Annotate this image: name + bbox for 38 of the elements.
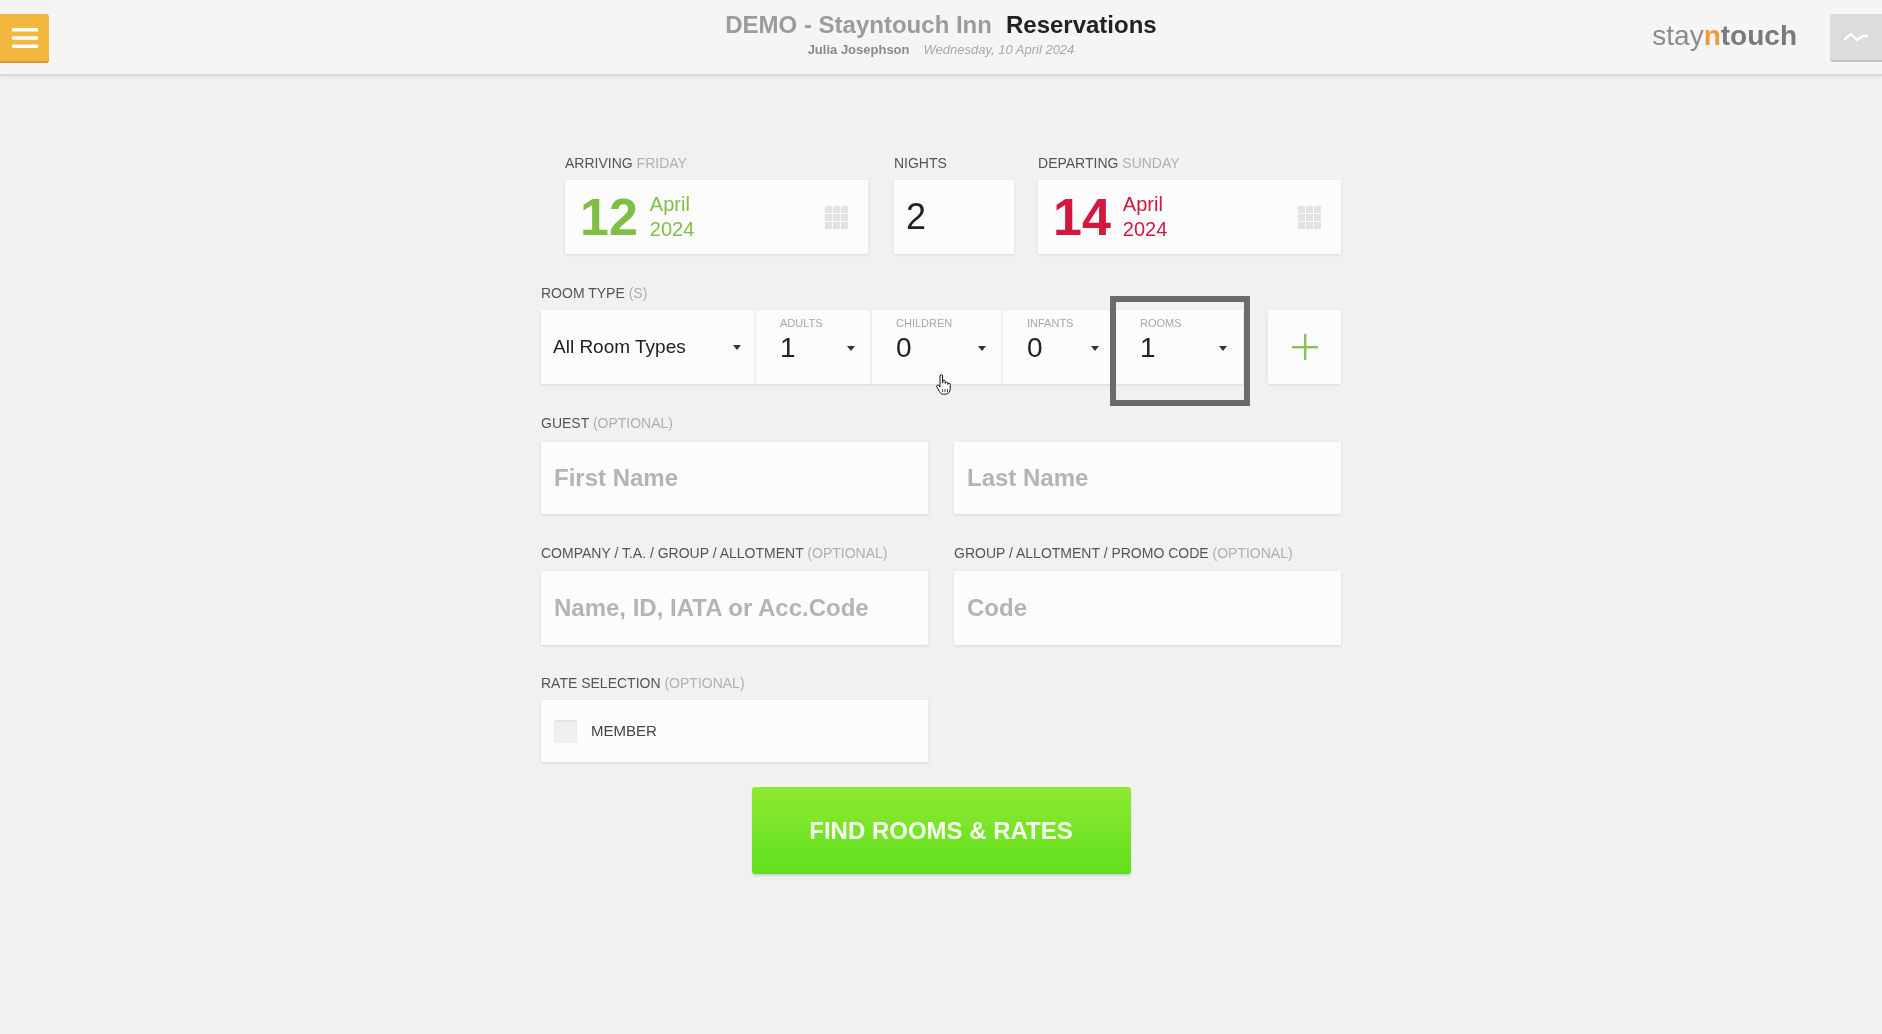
zigzag-icon: [1844, 31, 1868, 43]
checkbox[interactable]: [554, 719, 577, 743]
field-label: GUEST (OPTIONAL): [541, 415, 674, 432]
field-label: ARRIVING FRIDAY: [565, 155, 688, 172]
hand-cursor-icon: [936, 374, 951, 395]
add-button[interactable]: [1268, 310, 1341, 384]
caret-icon: [733, 344, 741, 350]
current-date: Wednesday, 10 April 2024: [923, 42, 1075, 58]
caret-icon: [978, 345, 986, 351]
property-name: DEMO - Stayntouch Inn: [725, 10, 992, 40]
company-field[interactable]: Name, ID, IATA or Acc.Code: [541, 571, 928, 645]
field-label: NIGHTS: [894, 155, 948, 172]
name-field[interactable]: First Name: [541, 442, 928, 514]
user-name: Julia Josephson: [807, 42, 910, 58]
field-label: GROUP / ALLOTMENT / PROMO CODE (OPTIONAL): [954, 545, 1294, 562]
field-label: DEPARTING SUNDAY: [1038, 155, 1181, 172]
field-label: ROOM TYPE (S): [541, 285, 649, 302]
page-title: Reservations: [1005, 10, 1157, 40]
calendar-icon: [825, 205, 848, 229]
nights-field[interactable]: 2: [894, 180, 1014, 254]
logo: stayntouch: [1652, 19, 1797, 53]
option-label: MEMBER: [591, 720, 657, 741]
name-field[interactable]: Last Name: [954, 442, 1341, 514]
menu-icon: [11, 27, 38, 48]
occupancy-dropdown[interactable]: CHILDREN 0: [871, 310, 1002, 384]
occupancy-dropdown[interactable]: ADULTS 1: [755, 310, 871, 384]
activity-button[interactable]: [1830, 14, 1882, 60]
plus-icon: [1291, 334, 1318, 360]
caret-icon: [847, 345, 855, 351]
caret-icon: [1219, 345, 1227, 351]
field-label: RATE SELECTION (OPTIONAL): [541, 675, 746, 692]
code-field[interactable]: Code: [954, 571, 1341, 645]
field-label: COMPANY / T.A. / GROUP / ALLOTMENT (OPTIONAL): [541, 545, 889, 562]
caret-icon: [1091, 345, 1099, 351]
menu-button[interactable]: [0, 14, 49, 61]
room-type-dropdown[interactable]: All Room Types: [541, 310, 755, 384]
occupancy-dropdown[interactable]: ROOMS 1: [1115, 310, 1243, 384]
calendar-icon: [1298, 205, 1321, 229]
